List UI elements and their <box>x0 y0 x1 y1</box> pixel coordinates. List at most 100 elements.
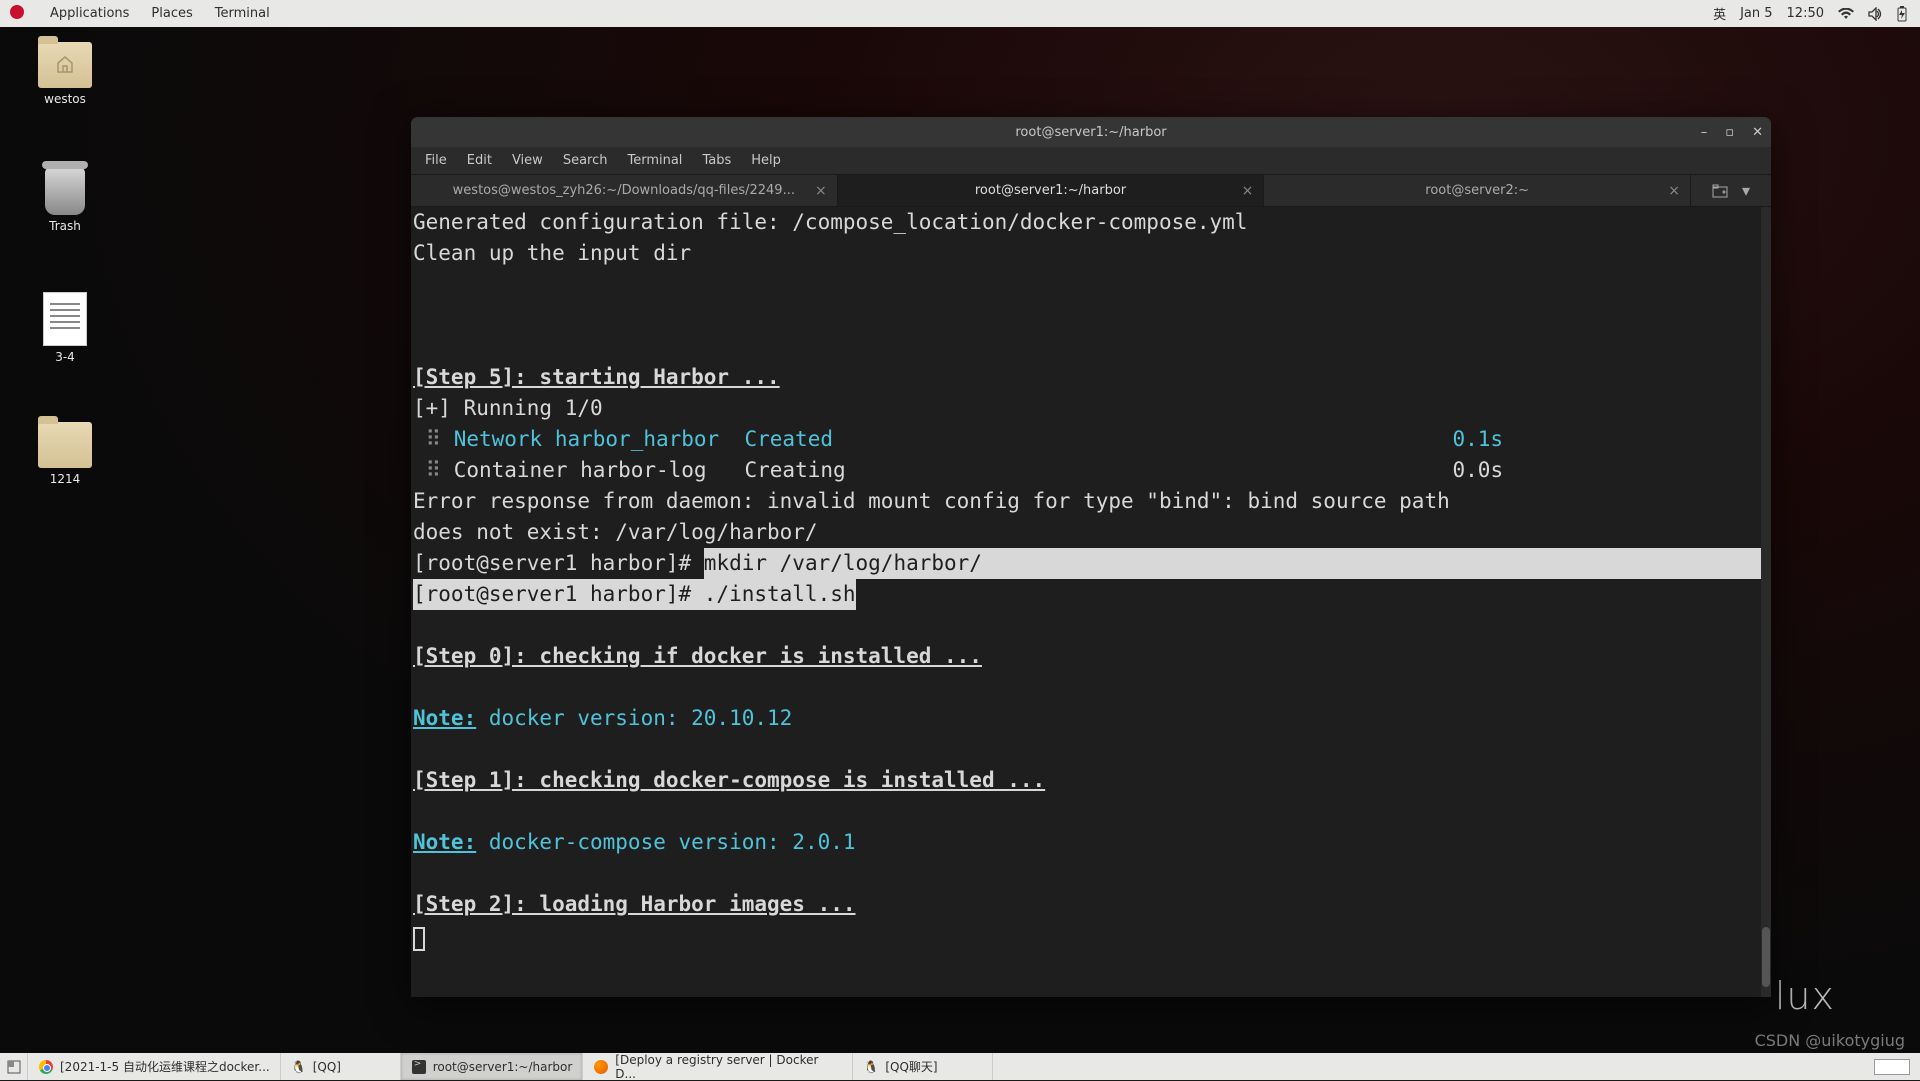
terminal-cursor <box>413 927 425 951</box>
shell-command: mkdir /var/log/harbor/ <box>704 548 982 579</box>
window-title: root@server1:~/harbor <box>1015 125 1166 140</box>
terminal-tab-0[interactable]: westos@westos_zyh26:~/Downloads/qq-files… <box>411 175 838 206</box>
folder-icon <box>38 422 92 468</box>
menu-terminal[interactable]: Terminal <box>215 6 270 21</box>
term-line: Generated configuration file: /compose_l… <box>413 210 1247 234</box>
desktop-icon-doc[interactable]: 3-4 <box>20 292 110 364</box>
menu-edit[interactable]: Edit <box>467 153 492 168</box>
volume-icon[interactable] <box>1868 7 1882 21</box>
shell-prompt: [root@server1 harbor]# ./install.sh <box>413 579 856 610</box>
new-tab-icon[interactable] <box>1712 184 1728 198</box>
gnome-topbar: Applications Places Terminal 英 Jan 5 12:… <box>0 0 1920 27</box>
desktop-icon-trash[interactable]: Trash <box>20 167 110 233</box>
ime-indicator[interactable]: 英 <box>1713 4 1726 23</box>
panel-launcher[interactable] <box>0 1053 28 1080</box>
terminal-icon <box>411 1059 427 1075</box>
term-line: Container harbor-log Creating <box>454 458 846 482</box>
task-qq[interactable]: 🐧 [QQ] <box>281 1053 401 1080</box>
tab-menu-icon[interactable]: ▾ <box>1742 181 1750 200</box>
desktop-icon-westos[interactable]: westos <box>20 42 110 106</box>
qq-icon: 🐧 <box>863 1059 879 1075</box>
tab-close-icon[interactable]: × <box>1668 183 1680 199</box>
desktop-icon-label: westos <box>20 92 110 106</box>
window-titlebar[interactable]: root@server1:~/harbor – ▫ ✕ <box>411 117 1771 147</box>
desktop-icon-label: 1214 <box>20 472 110 486</box>
task-label: [QQ] <box>313 1060 341 1074</box>
watermark-linux: lux <box>1775 974 1835 1018</box>
qq-icon: 🐧 <box>291 1059 307 1075</box>
tab-label: root@server2:~ <box>1425 183 1529 198</box>
step-header: [Step 5]: starting Harbor ... <box>413 365 780 389</box>
desktop[interactable]: westos Trash 3-4 1214 lux CSDN @uikotygi… <box>0 27 1920 1053</box>
term-line: docker-compose version: 2.0.1 <box>476 830 855 854</box>
firefox-icon <box>593 1059 609 1075</box>
fedora-icon <box>10 5 28 23</box>
terminal-tab-2[interactable]: root@server2:~ × <box>1264 175 1691 206</box>
terminal-body[interactable]: Generated configuration file: /compose_l… <box>411 207 1771 997</box>
task-firefox[interactable]: [Deploy a registry server | Docker D... <box>583 1053 853 1080</box>
menu-view[interactable]: View <box>512 153 543 168</box>
watermark-csdn: CSDN @uikotygiug <box>1755 1031 1905 1050</box>
scrollbar-thumb[interactable] <box>1762 927 1770 987</box>
term-time: 0.0s <box>1453 458 1504 482</box>
chrome-icon <box>38 1059 54 1075</box>
minimize-button[interactable]: – <box>1701 125 1708 140</box>
maximize-button[interactable]: ▫ <box>1725 125 1734 140</box>
menu-tabs[interactable]: Tabs <box>702 153 731 168</box>
task-label: [Deploy a registry server | Docker D... <box>615 1053 842 1081</box>
menu-help[interactable]: Help <box>751 153 781 168</box>
terminal-tab-1[interactable]: root@server1:~/harbor × <box>838 175 1265 206</box>
term-line: docker version: 20.10.12 <box>476 706 792 730</box>
tab-label: westos@westos_zyh26:~/Downloads/qq-files… <box>453 183 795 198</box>
note-label: Note: <box>413 706 476 730</box>
menu-terminal[interactable]: Terminal <box>627 153 682 168</box>
desktop-icon-1214[interactable]: 1214 <box>20 422 110 486</box>
workspace-pager[interactable] <box>1874 1059 1910 1075</box>
term-line: Network harbor_harbor Created <box>441 427 833 451</box>
trash-icon <box>45 167 85 215</box>
document-icon <box>43 292 87 346</box>
task-terminal[interactable]: root@server1:~/harbor <box>401 1053 584 1080</box>
menu-search[interactable]: Search <box>563 153 608 168</box>
topbar-left: Applications Places Terminal <box>0 5 270 23</box>
bottom-panel: [2021-1-5 自动化运维课程之docker... 🐧 [QQ] root@s… <box>0 1053 1920 1080</box>
terminal-scrollbar[interactable] <box>1761 207 1771 997</box>
terminal-menubar: File Edit View Search Terminal Tabs Help <box>411 147 1771 175</box>
task-qqchat[interactable]: 🐧 [QQ聊天] <box>853 1053 993 1080</box>
spinner-icon: ⠿ <box>426 458 441 482</box>
step-header: [Step 2]: loading Harbor images ... <box>413 892 856 916</box>
task-label: [2021-1-5 自动化运维课程之docker... <box>60 1058 270 1075</box>
menu-applications[interactable]: Applications <box>50 6 129 21</box>
battery-icon[interactable] <box>1896 6 1908 22</box>
term-time: 0.1s <box>1453 427 1504 451</box>
close-button[interactable]: ✕ <box>1752 125 1763 140</box>
tab-extra: ▾ <box>1691 175 1771 206</box>
tab-close-icon[interactable]: × <box>1242 183 1254 199</box>
folder-icon <box>38 42 92 88</box>
task-label: root@server1:~/harbor <box>433 1060 573 1074</box>
wifi-icon[interactable] <box>1838 8 1854 20</box>
tab-close-icon[interactable]: × <box>815 183 827 199</box>
desktop-icon-label: 3-4 <box>20 350 110 364</box>
desktop-icon-label: Trash <box>20 219 110 233</box>
term-line: Error response from daemon: invalid moun… <box>413 489 1462 513</box>
shell-prompt: [root@server1 harbor]# <box>413 551 704 575</box>
topbar-right: 英 Jan 5 12:50 <box>1713 4 1920 23</box>
menu-places[interactable]: Places <box>151 6 192 21</box>
note-label: Note: <box>413 830 476 854</box>
topbar-date[interactable]: Jan 5 <box>1740 6 1772 21</box>
term-line: [+] Running 1/0 <box>413 396 603 420</box>
terminal-window: root@server1:~/harbor – ▫ ✕ File Edit Vi… <box>411 117 1771 997</box>
topbar-time[interactable]: 12:50 <box>1787 6 1824 21</box>
terminal-content[interactable]: Generated configuration file: /compose_l… <box>411 207 1771 997</box>
terminal-tabbar: westos@westos_zyh26:~/Downloads/qq-files… <box>411 175 1771 207</box>
menu-file[interactable]: File <box>425 153 447 168</box>
step-header: [Step 0]: checking if docker is installe… <box>413 644 982 668</box>
spinner-icon: ⠿ <box>426 427 441 451</box>
term-line: Clean up the input dir <box>413 241 691 265</box>
tab-label: root@server1:~/harbor <box>975 183 1126 198</box>
term-line: does not exist: /var/log/harbor/ <box>413 520 818 544</box>
task-chrome[interactable]: [2021-1-5 自动化运维课程之docker... <box>28 1053 281 1080</box>
step-header: [Step 1]: checking docker-compose is ins… <box>413 768 1045 792</box>
task-label: [QQ聊天] <box>885 1058 937 1075</box>
